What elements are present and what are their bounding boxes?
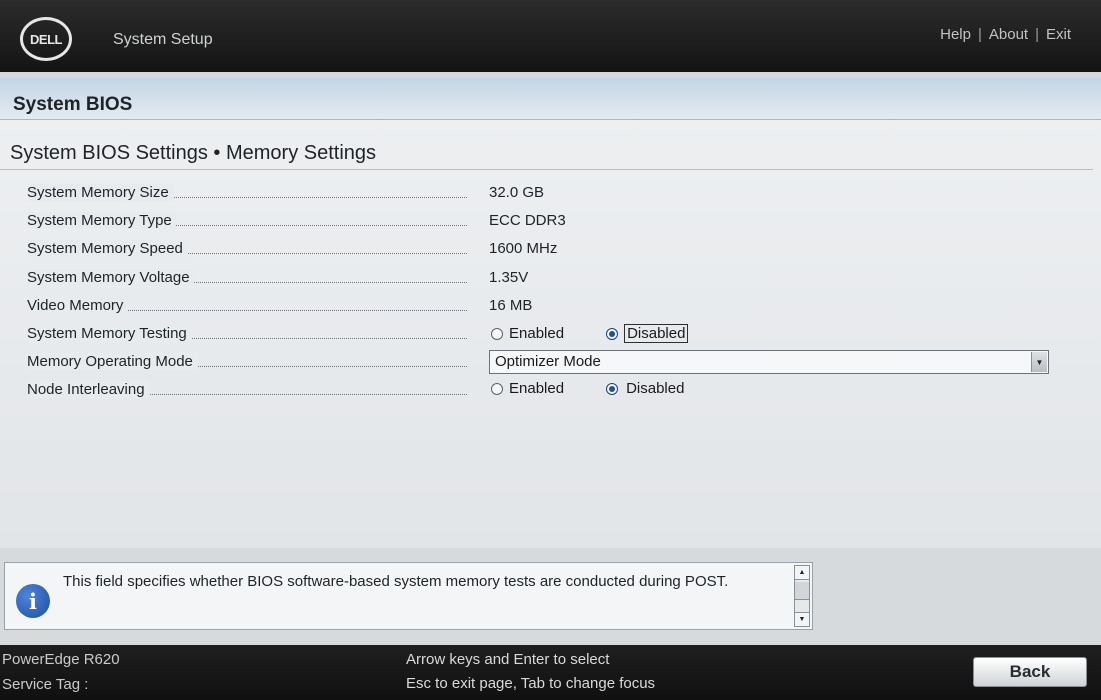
setting-value: 32.0 GB — [489, 184, 545, 201]
system-model: PowerEdge R620 — [2, 651, 120, 668]
setting-label-text: System Memory Size — [27, 184, 173, 201]
setting-label-text: System Memory Voltage — [27, 269, 194, 286]
setting-label: System Memory Size — [27, 184, 173, 201]
scroll-up-icon[interactable]: ▲ — [795, 566, 809, 580]
dropdown-arrow-icon[interactable]: ▼ — [1031, 352, 1047, 372]
service-tag-label: Service Tag : — [2, 676, 89, 693]
setting-value: 1.35V — [489, 269, 529, 286]
setting-label: System Memory Type — [27, 212, 176, 229]
radio-checked-icon[interactable] — [606, 382, 619, 395]
setting-row-memory-voltage: System Memory Voltage 1.35V — [0, 266, 1101, 292]
radio-label: Enabled — [509, 325, 565, 342]
setting-label: Video Memory — [27, 297, 128, 314]
setting-label-text: System Memory Testing — [27, 325, 191, 342]
scroll-thumb[interactable] — [795, 582, 809, 600]
setting-row-memory-size: System Memory Size 32.0 GB — [0, 181, 1101, 207]
setting-label-text: Video Memory — [27, 297, 128, 314]
help-panel: i This field specifies whether BIOS soft… — [4, 562, 813, 630]
link-separator: | — [977, 26, 982, 43]
radio-unchecked-icon[interactable] — [491, 382, 503, 395]
link-separator: | — [1035, 26, 1039, 43]
radio-label-focused: Disabled — [624, 324, 689, 343]
radio-label: Enabled — [509, 380, 565, 397]
setting-value: 16 MB — [489, 297, 533, 314]
setting-value: ECC DDR3 — [489, 212, 566, 229]
keyboard-hint-secondary: Esc to exit page, Tab to change focus — [406, 675, 656, 692]
help-link[interactable]: Help — [940, 26, 971, 43]
setting-label: System Memory Testing — [27, 325, 191, 342]
setting-label: Memory Operating Mode — [27, 353, 197, 370]
setting-value: 1600 MHz — [489, 240, 558, 257]
title-divider — [0, 169, 1093, 170]
setting-label: Node Interleaving — [27, 381, 149, 398]
memory-testing-radio-group: Enabled Disabled — [489, 323, 728, 344]
select-value: Optimizer Mode — [495, 353, 601, 370]
setting-label-text: System Memory Type — [27, 212, 176, 229]
exit-link[interactable]: Exit — [1046, 26, 1071, 43]
page-title: System BIOS Settings • Memory Settings — [10, 142, 377, 164]
node-interleaving-enabled-radio[interactable]: Enabled — [489, 379, 566, 398]
app-title: System Setup — [113, 31, 213, 48]
main-panel: System BIOS System BIOS Settings • Memor… — [0, 78, 1101, 548]
radio-checked-icon[interactable] — [606, 327, 619, 340]
about-link[interactable]: About — [989, 26, 1028, 43]
setting-label-text: Node Interleaving — [27, 381, 149, 398]
node-interleaving-radio-group: Enabled Disabled — [489, 379, 726, 398]
footer-bar: PowerEdge R620 Service Tag : Arrow keys … — [0, 645, 1101, 700]
setting-label-text: System Memory Speed — [27, 240, 187, 257]
help-text: This field specifies whether BIOS softwa… — [63, 573, 729, 590]
node-interleaving-disabled-radio[interactable]: Disabled — [604, 379, 688, 398]
setting-row-node-interleaving: Node Interleaving Enabled Disabled — [0, 378, 1101, 404]
setting-row-operating-mode: Memory Operating Mode Optimizer Mode ▼ — [0, 350, 1101, 376]
section-title: System BIOS — [13, 94, 133, 115]
section-strip: System BIOS — [0, 78, 1101, 120]
top-header-bar: DELL System Setup Help | About | Exit — [0, 0, 1101, 72]
logo-text: DELL — [30, 31, 62, 47]
setting-row-memory-testing: System Memory Testing Enabled Disabled — [0, 322, 1101, 348]
memory-testing-disabled-radio[interactable]: Disabled — [604, 323, 690, 344]
help-scrollbar[interactable]: ▲ ▼ — [794, 565, 810, 627]
keyboard-hint-primary: Arrow keys and Enter to select — [406, 651, 610, 668]
setting-row-video-memory: Video Memory 16 MB — [0, 294, 1101, 320]
info-icon: i — [16, 584, 50, 618]
setting-row-memory-speed: System Memory Speed 1600 MHz — [0, 237, 1101, 263]
radio-label: Disabled — [626, 380, 685, 397]
setting-label: System Memory Speed — [27, 240, 187, 257]
memory-testing-enabled-radio[interactable]: Enabled — [489, 324, 566, 343]
top-links: Help | About | Exit — [940, 26, 1071, 43]
setting-row-memory-type: System Memory Type ECC DDR3 — [0, 209, 1101, 235]
back-button[interactable]: Back — [973, 657, 1087, 687]
radio-unchecked-icon[interactable] — [491, 327, 503, 340]
setting-label-text: Memory Operating Mode — [27, 353, 197, 370]
scroll-down-icon[interactable]: ▼ — [795, 612, 809, 626]
dell-logo: DELL — [20, 17, 72, 61]
setting-label: System Memory Voltage — [27, 269, 194, 286]
operating-mode-select[interactable]: Optimizer Mode ▼ — [489, 350, 1049, 374]
